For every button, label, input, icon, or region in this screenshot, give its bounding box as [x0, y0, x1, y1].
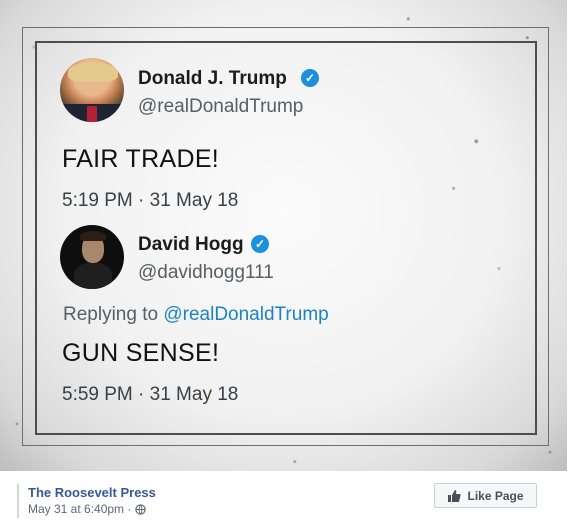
replying-to-line: Replying to @realDonaldTrump — [63, 304, 329, 326]
avatar-trump — [60, 58, 124, 122]
tweet2-text: GUN SENSE! — [62, 339, 220, 367]
tweet1-text: FAIR TRADE! — [62, 145, 220, 173]
verified-check-icon: ✓ — [301, 69, 319, 87]
like-page-button[interactable]: Like Page — [434, 483, 537, 508]
replying-to-mention: @realDonaldTrump — [163, 304, 329, 325]
post-meta: May 31 at 6:40pm · — [28, 502, 147, 516]
post-footer: The Roosevelt Press May 31 at 6:40pm · L… — [0, 471, 581, 525]
tweet2-author-name: David Hogg — [138, 234, 244, 255]
tweet1-author-handle: @realDonaldTrump — [138, 96, 304, 117]
avatar-hogg — [60, 225, 124, 289]
footer-divider — [17, 484, 19, 518]
post-timestamp[interactable]: May 31 at 6:40pm · — [28, 502, 131, 516]
page-name-link[interactable]: The Roosevelt Press — [28, 485, 156, 500]
tweet1-author-name: Donald J. Trump — [138, 68, 287, 89]
like-page-label: Like Page — [467, 488, 524, 503]
replying-to-label: Replying to — [63, 304, 164, 325]
tweet2-timestamp: 5:59 PM · 31 May 18 — [62, 384, 239, 405]
verified-check-icon: ✓ — [251, 235, 269, 253]
thumbs-up-icon — [448, 489, 462, 502]
tweet1-timestamp: 5:19 PM · 31 May 18 — [62, 190, 239, 211]
tweet2-author-handle: @davidhogg111 — [138, 262, 274, 283]
globe-icon[interactable] — [135, 503, 147, 515]
post-image: Donald J. Trump ✓ @realDonaldTrump FAIR … — [0, 0, 567, 471]
